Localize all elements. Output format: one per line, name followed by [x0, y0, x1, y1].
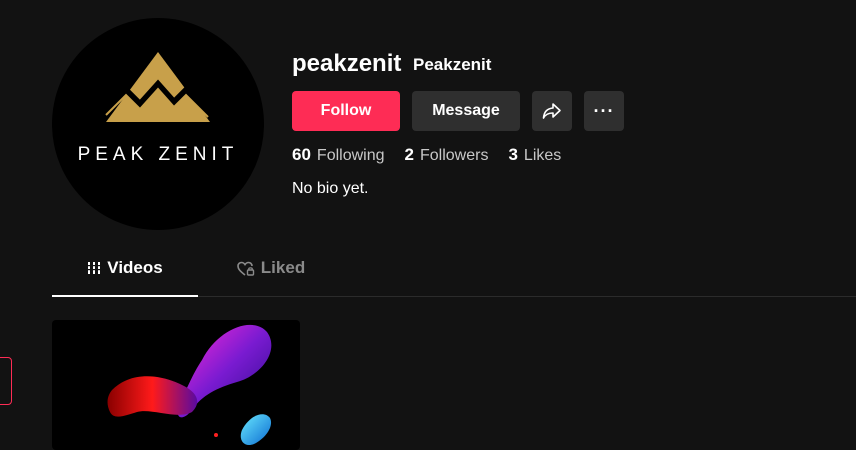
stat-followers[interactable]: 2 Followers	[405, 145, 489, 165]
tab-videos[interactable]: Videos	[52, 258, 198, 297]
tab-videos-label: Videos	[107, 258, 163, 277]
likes-label: Likes	[523, 147, 562, 164]
profile-stats: 60 Following 2 Followers 3 Likes	[292, 145, 561, 165]
mountain-logo-icon	[103, 52, 211, 122]
followers-label: Followers	[419, 147, 489, 164]
profile-bio: No bio yet.	[292, 180, 369, 197]
stat-likes: 3 Likes	[508, 145, 561, 165]
following-label: Following	[316, 147, 385, 164]
follow-button[interactable]: Follow	[292, 91, 400, 131]
profile-tabs: Videos Liked	[52, 258, 856, 297]
side-floating-button[interactable]	[0, 357, 12, 405]
tab-liked[interactable]: Liked	[198, 258, 344, 295]
more-options-button[interactable]: ···	[584, 91, 624, 131]
likes-count: 3	[508, 145, 518, 164]
nickname: Peakzenit	[413, 55, 492, 74]
username: peakzenit	[292, 50, 402, 77]
avatar-brand-text: PEAK ZENIT	[77, 144, 239, 165]
stat-following[interactable]: 60 Following	[292, 145, 385, 165]
share-button[interactable]	[532, 91, 572, 131]
following-count: 60	[292, 145, 311, 164]
tab-liked-label: Liked	[260, 258, 306, 277]
message-button[interactable]: Message	[412, 91, 520, 131]
grid-icon	[87, 261, 102, 275]
heart-lock-icon	[236, 261, 255, 277]
avatar[interactable]: PEAK ZENIT	[52, 18, 264, 230]
followers-count: 2	[404, 145, 414, 164]
abstract-fluid-artwork	[107, 324, 272, 446]
share-arrow-icon	[542, 103, 561, 119]
video-thumbnail[interactable]	[52, 320, 300, 450]
